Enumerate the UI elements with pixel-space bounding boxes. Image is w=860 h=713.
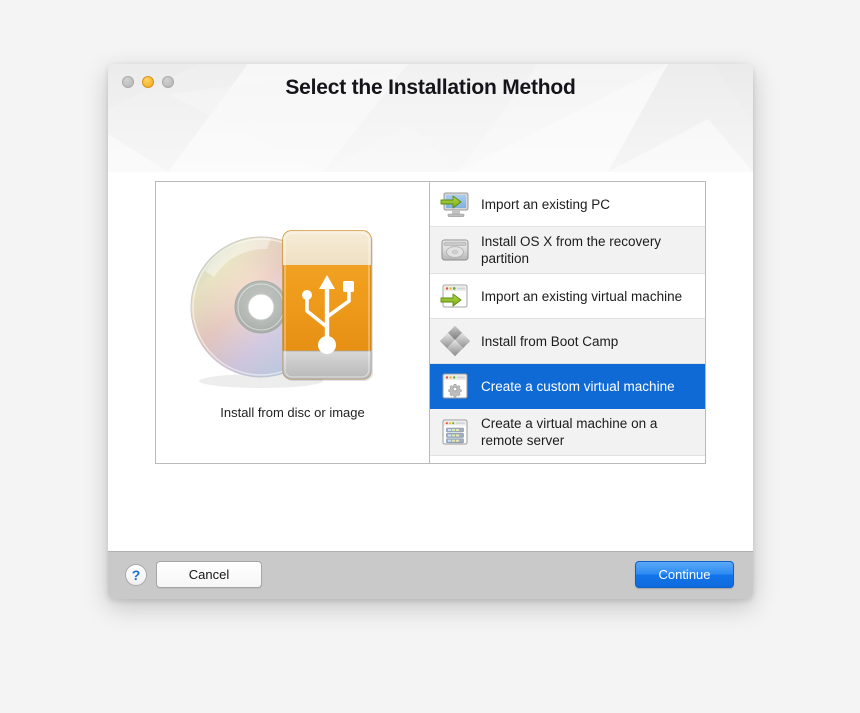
minimize-button[interactable]: [142, 76, 154, 88]
method-chooser: Install from disc or image Import an exi…: [155, 181, 706, 464]
window-green-arrow-icon: [440, 284, 468, 308]
window-title: Select the Installation Method: [285, 76, 576, 99]
method-item-label: Install OS X from the recovery partition: [481, 234, 662, 266]
method-item-label: Import an existing virtual machine: [481, 288, 683, 304]
method-item-install-boot-camp[interactable]: Install from Boot Camp: [430, 319, 705, 364]
close-button[interactable]: [122, 76, 134, 88]
method-list: Import an existing PC Install OS X from …: [430, 182, 705, 463]
method-item-label: Create a custom virtual machine: [481, 378, 675, 394]
continue-button[interactable]: Continue: [635, 561, 734, 588]
window-header: Select the Installation Method: [108, 64, 753, 172]
preview-label: Install from disc or image: [220, 405, 365, 420]
method-item-label: Import an existing PC: [481, 196, 611, 212]
method-item-label: Create a virtual machine on a remote ser…: [481, 416, 658, 448]
help-button[interactable]: ?: [125, 564, 147, 586]
hard-disk-icon: [441, 239, 469, 261]
method-item-create-vm-remote-server[interactable]: Create a virtual machine on a remote ser…: [430, 409, 705, 456]
monitor-import-icon: [440, 192, 469, 217]
traffic-lights: [122, 76, 174, 88]
window-gear-icon: [442, 373, 468, 399]
window-footer: ? Cancel Continue: [108, 551, 753, 599]
method-list-filler: [430, 456, 705, 463]
cancel-button[interactable]: Cancel: [156, 561, 262, 588]
method-item-create-custom-vm[interactable]: Create a custom virtual machine: [430, 364, 705, 409]
window-body: Install from disc or image Import an exi…: [108, 172, 753, 551]
installation-method-window: Select the Installation Method Install f…: [108, 64, 753, 599]
zoom-button[interactable]: [162, 76, 174, 88]
method-item-label: Install from Boot Camp: [481, 333, 619, 349]
method-item-install-os-x-recovery[interactable]: Install OS X from the recovery partition: [430, 227, 705, 274]
method-item-import-existing-pc[interactable]: Import an existing PC: [430, 182, 705, 227]
boot-camp-diamond-icon: [439, 325, 471, 357]
method-item-import-existing-vm[interactable]: Import an existing virtual machine: [430, 274, 705, 319]
disc-and-usb-drive-icon: [190, 230, 373, 388]
window-server-rack-icon: [442, 419, 468, 445]
preview-panel: Install from disc or image: [156, 182, 430, 463]
